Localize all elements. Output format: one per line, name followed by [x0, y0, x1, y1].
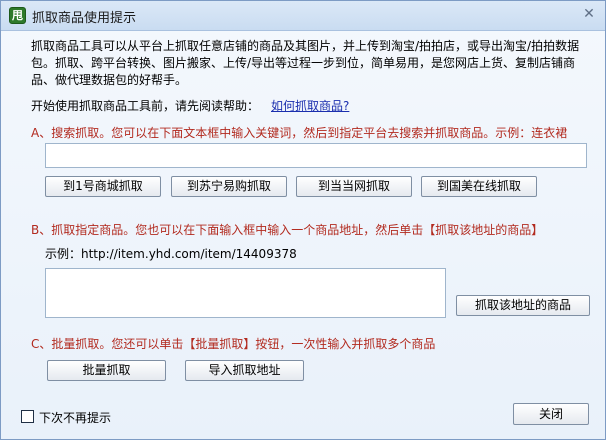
dialog-window: 甩 抓取商品使用提示 ✕ 抓取商品工具可以从平台上抓取任意店铺的商品及其图片，并…	[0, 0, 606, 440]
help-prompt: 开始使用抓取商品工具前，请先阅读帮助：	[31, 99, 260, 113]
url-example: 示例：http://item.yhd.com/item/14409378	[45, 247, 297, 261]
title-bar[interactable]: 甩 抓取商品使用提示 ✕	[1, 1, 605, 31]
grab-dangdang-button[interactable]: 到当当网抓取	[296, 176, 412, 197]
close-icon[interactable]: ✕	[581, 6, 597, 22]
section-c-heading: C、批量抓取。您还可以单击【批量抓取】按钮，一次性输入并抓取多个商品	[31, 337, 436, 351]
batch-grab-button[interactable]: 批量抓取	[47, 360, 166, 381]
dont-show-label: 下次不再提示	[39, 411, 112, 425]
help-link[interactable]: 如何抓取商品?	[271, 97, 349, 114]
grab-yhd-button[interactable]: 到1号商城抓取	[45, 176, 161, 197]
grab-gome-button[interactable]: 到国美在线抓取	[421, 176, 537, 197]
section-b-heading: B、抓取指定商品。您也可以在下面输入框中输入一个商品地址，然后单击【抓取该地址的…	[31, 223, 544, 237]
grab-suning-button[interactable]: 到苏宁易购抓取	[171, 176, 287, 197]
dialog-title: 抓取商品使用提示	[32, 11, 137, 26]
product-url-input[interactable]	[45, 268, 446, 318]
import-urls-button[interactable]: 导入抓取地址	[185, 360, 304, 381]
keyword-input[interactable]	[45, 143, 587, 168]
section-a-heading: A、搜索抓取。您可以在下面文本框中输入关键词，然后到指定平台去搜索并抓取商品。示…	[31, 126, 568, 140]
close-button[interactable]: 关闭	[513, 403, 589, 425]
dont-show-checkbox[interactable]	[21, 410, 34, 423]
grab-url-button[interactable]: 抓取该地址的商品	[456, 295, 590, 316]
app-logo-icon: 甩	[9, 7, 26, 24]
intro-paragraph: 抓取商品工具可以从平台上抓取任意店铺的商品及其图片，并上传到淘宝/拍拍店，或导出…	[31, 39, 580, 87]
